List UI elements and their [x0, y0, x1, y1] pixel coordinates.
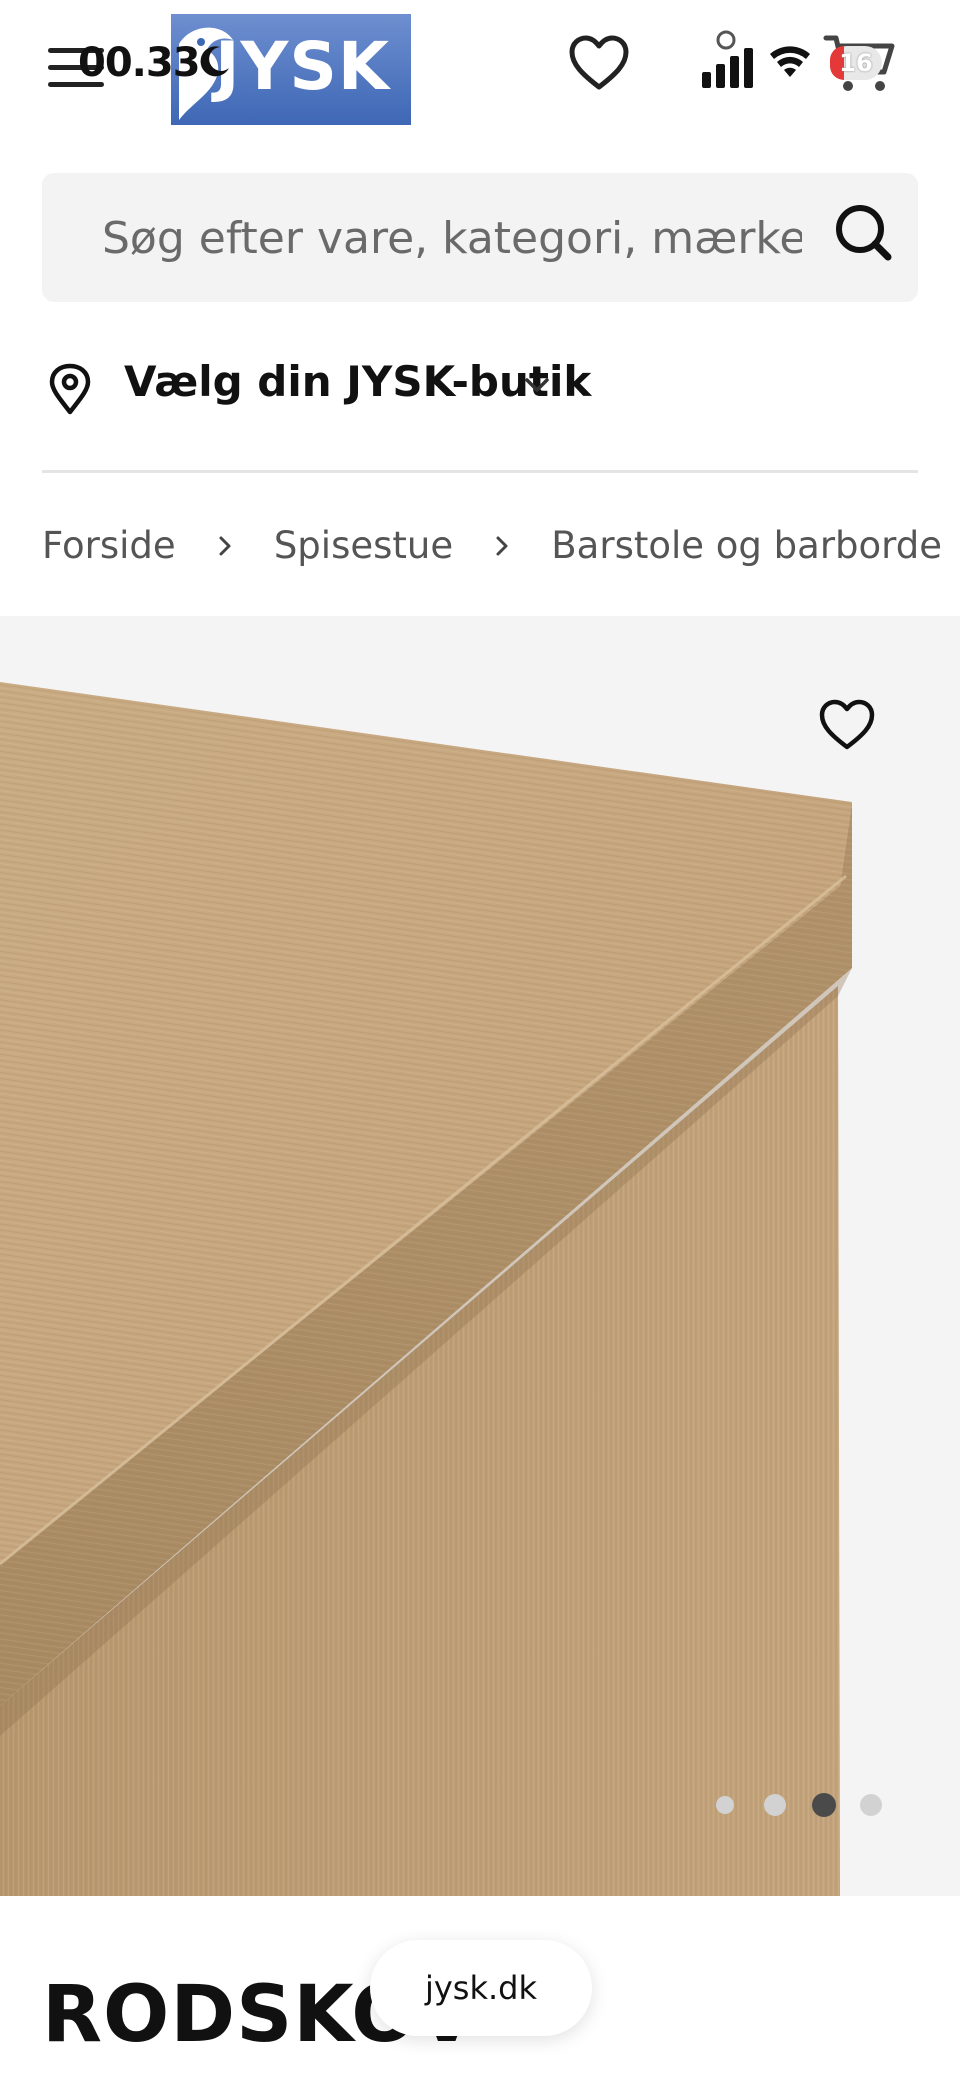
gallery-dot[interactable] — [716, 1796, 734, 1814]
cellular-signal-icon — [702, 30, 753, 88]
logo-text: JYSK — [215, 28, 391, 105]
status-time: 00.33 — [78, 40, 201, 86]
search-bar — [42, 173, 918, 302]
wifi-icon — [770, 46, 810, 77]
site-header: JYSK 00.33 16 — [0, 0, 960, 150]
breadcrumb-item-spisestue[interactable]: Spisestue — [274, 524, 453, 567]
chevron-right-icon — [496, 536, 508, 555]
favorite-heart-icon[interactable] — [818, 698, 876, 752]
battery-badge: 16 — [830, 46, 882, 80]
wishlist-heart-icon[interactable] — [568, 34, 630, 92]
product-image — [0, 682, 852, 1896]
chevron-right-icon — [219, 536, 231, 555]
location-pin-icon — [49, 363, 91, 415]
product-image-gallery[interactable] — [0, 616, 960, 1896]
search-input[interactable] — [102, 203, 802, 273]
chevron-down-icon — [525, 378, 549, 392]
gallery-dot[interactable] — [764, 1794, 786, 1816]
gallery-dot[interactable] — [812, 1793, 836, 1817]
breadcrumb-item-forside[interactable]: Forside — [42, 524, 176, 567]
header-divider — [42, 470, 918, 473]
breadcrumb-item-barstole[interactable]: Barstole og barborde — [551, 524, 942, 567]
gallery-dot[interactable] — [860, 1794, 882, 1816]
search-icon[interactable] — [834, 203, 894, 263]
browser-url-pill[interactable]: jysk.dk — [370, 1940, 592, 2036]
breadcrumb: Forside Spisestue Barstole og barborde B — [42, 524, 960, 580]
moon-icon — [200, 46, 229, 77]
